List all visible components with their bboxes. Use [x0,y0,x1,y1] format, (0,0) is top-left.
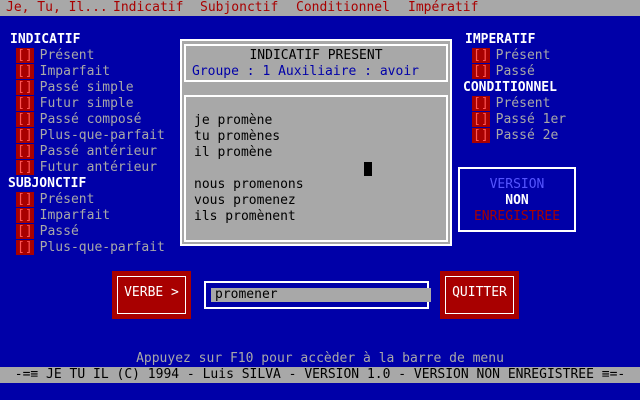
indicatif-section-title: INDICATIF [10,32,81,47]
tense-title: INDICATIF PRESENT [249,48,383,63]
indicatif-item-futur-simple[interactable]: [] Futur simple [16,96,134,112]
version-line-3: ENREGISTREE [473,209,561,224]
conditionnel-item-passe-2e[interactable]: [] Passé 2e [472,128,558,144]
tense-header: INDICATIF PRESENT Groupe : 1 Auxiliaire … [184,44,448,82]
subjonctif-section-title: SUBJONCTIF [8,176,87,191]
imperatif-item-passe[interactable]: [] Passé [472,64,535,80]
conjugation-list: je promène tu promènes il promène nous p… [184,95,448,242]
quitter-button[interactable]: QUITTER [440,271,519,319]
conjugation-line: ils promènent [194,209,296,224]
menu-item-conditionnel[interactable]: Conditionnel [296,0,390,16]
conjugation-line: nous promenons [194,177,304,192]
indicatif-item-passe-simple[interactable]: [] Passé simple [16,80,134,96]
imperatif-section-title: IMPERATIF [465,32,536,47]
subjonctif-item-plus-que-parfait[interactable]: [] Plus-que-parfait [16,240,165,256]
conditionnel-item-passe-1er[interactable]: [] Passé 1er [472,112,566,128]
menu-item-imperatif[interactable]: Impératif [408,0,478,16]
quitter-button-label: QUITTER [452,285,507,300]
indicatif-item-passe-compose[interactable]: [] Passé composé [16,112,141,128]
verb-input[interactable] [211,288,431,302]
version-line-2: NON [505,193,529,208]
conditionnel-section-title: CONDITIONNEL [463,80,557,95]
version-line-1: VERSION [489,177,545,192]
status-bar: -=≡ JE TU IL (C) 1994 - Luis SILVA - VER… [0,367,640,383]
conjugation-line: il promène [194,145,273,160]
indicatif-item-present[interactable]: [] Présent [16,48,94,64]
imperatif-item-present[interactable]: [] Présent [472,48,550,64]
menu-bar: Je, Tu, Il... Indicatif Subjonctif Condi… [0,0,640,16]
indicatif-item-passe-anterieur[interactable]: [] Passé antérieur [16,144,157,160]
indicatif-item-futur-anterieur[interactable]: [] Futur antérieur [16,160,157,176]
subjonctif-item-passe[interactable]: [] Passé [16,224,79,240]
version-notice: VERSION NON ENREGISTREE [458,167,576,232]
indicatif-item-plus-que-parfait[interactable]: [] Plus-que-parfait [16,128,165,144]
verbe-button[interactable]: VERBE > [112,271,191,319]
verb-input-frame [204,281,431,309]
conjugation-line: vous promenez [194,193,296,208]
menu-item-subjonctif[interactable]: Subjonctif [200,0,278,16]
verbe-button-label: VERBE > [124,285,179,300]
subjonctif-item-imparfait[interactable]: [] Imparfait [16,208,110,224]
menu-item-indicatif[interactable]: Indicatif [113,0,183,16]
hint-text: Appuyez sur F10 pour accèder à la barre … [136,351,504,366]
conjugation-line: tu promènes [194,129,281,144]
group-auxiliary-line: Groupe : 1 Auxiliaire : avoir [192,64,419,79]
conjugation-line: je promène [194,113,273,128]
conditionnel-item-present[interactable]: [] Présent [472,96,550,112]
text-cursor [364,162,372,176]
menu-item-je-tu-il[interactable]: Je, Tu, Il... [6,0,108,16]
subjonctif-item-present[interactable]: [] Présent [16,192,94,208]
indicatif-item-imparfait[interactable]: [] Imparfait [16,64,110,80]
